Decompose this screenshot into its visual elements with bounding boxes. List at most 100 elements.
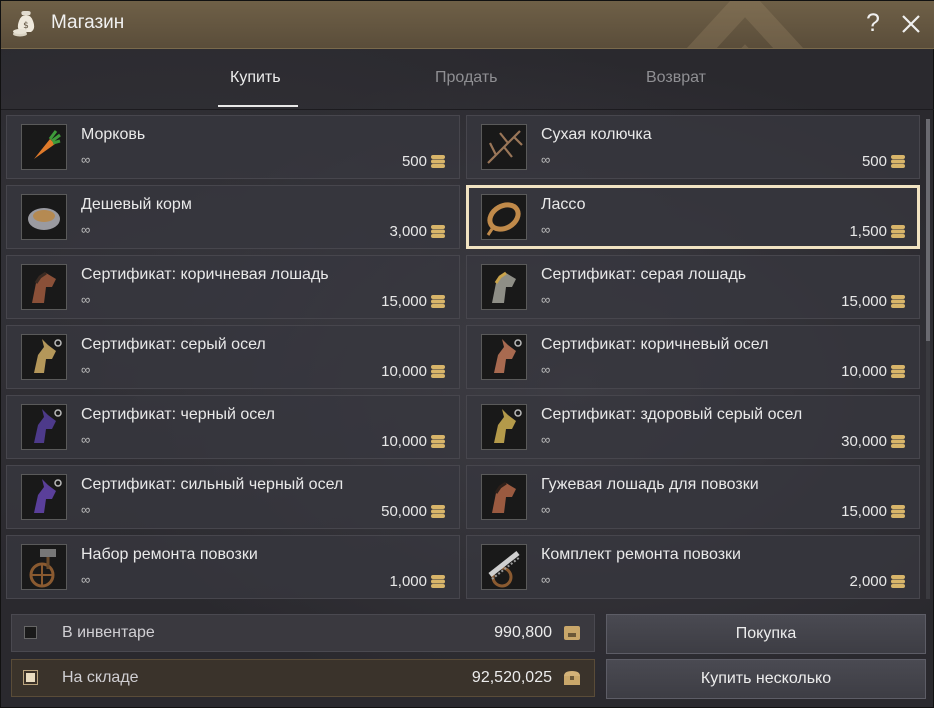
silver-coin-icon (891, 505, 905, 518)
item-stock: ∞ (81, 502, 91, 517)
item-price: 500 (401, 153, 427, 170)
item-stock: ∞ (81, 292, 91, 307)
item-price: 1,000 (389, 573, 427, 590)
shop-item[interactable]: Лассо ∞ 1,500 (466, 185, 920, 249)
tab-buy[interactable]: Купить (230, 69, 281, 87)
shop-item[interactable]: Сертификат: здоровый серый осел ∞ 30,000 (466, 395, 920, 459)
inventory-bag-icon (564, 626, 580, 640)
silver-coin-icon (891, 435, 905, 448)
strong-black-donkey-certificate-icon (21, 474, 67, 520)
silver-coin-icon (891, 365, 905, 378)
item-stock: ∞ (541, 292, 551, 307)
item-stock: ∞ (541, 502, 551, 517)
lasso-icon (481, 194, 527, 240)
item-price: 15,000 (841, 503, 887, 520)
item-price: 10,000 (381, 433, 427, 450)
item-stock: ∞ (81, 362, 91, 377)
item-stock: ∞ (541, 432, 551, 447)
item-price: 15,000 (841, 293, 887, 310)
draft-horse-icon (481, 474, 527, 520)
item-stock: ∞ (81, 152, 91, 167)
shop-item[interactable]: Сухая колючка ∞ 500 (466, 115, 920, 179)
warehouse-amount: 92,520,025 (471, 669, 552, 686)
buy-button[interactable]: Покупка (606, 614, 926, 654)
shop-item[interactable]: Сертификат: серая лошадь ∞ 15,000 (466, 255, 920, 319)
silver-coin-icon (431, 295, 445, 308)
shop-item[interactable]: Комплект ремонта повозки ∞ 2,000 (466, 535, 920, 599)
shop-item[interactable]: Сертификат: коричневый осел ∞ 10,000 (466, 325, 920, 389)
shop-item[interactable]: Сертификат: сильный черный осел ∞ 50,000 (6, 465, 460, 529)
money-bag-icon: $ (13, 11, 35, 37)
silver-coin-icon (891, 575, 905, 588)
help-button[interactable]: ? (859, 8, 887, 38)
item-price: 15,000 (381, 293, 427, 310)
feed-bowl-icon (21, 194, 67, 240)
item-name: Сертификат: коричневая лошадь (81, 266, 329, 283)
item-name: Лассо (541, 196, 586, 213)
item-price: 10,000 (381, 363, 427, 380)
silver-coin-icon (431, 435, 445, 448)
silver-coin-icon (891, 295, 905, 308)
item-price: 500 (861, 153, 887, 170)
item-price: 3,000 (389, 223, 427, 240)
active-tab-indicator (218, 105, 298, 107)
title-bar[interactable]: $ Магазин ? (1, 1, 934, 49)
item-name: Сертификат: коричневый осел (541, 336, 769, 353)
shop-item[interactable]: Сертификат: черный осел ∞ 10,000 (6, 395, 460, 459)
warehouse-chest-icon (564, 671, 580, 685)
silver-coin-icon (431, 505, 445, 518)
silver-coin-icon (431, 575, 445, 588)
shop-item[interactable]: Дешевый корм ∞ 3,000 (6, 185, 460, 249)
item-name: Гужевая лошадь для повозки (541, 476, 759, 493)
tab-return[interactable]: Возврат (646, 69, 706, 87)
inventory-label: В инвентаре (62, 624, 155, 641)
item-name: Дешевый корм (81, 196, 192, 213)
tab-bar: Купить Продать Возврат (1, 49, 934, 110)
shop-item[interactable]: Морковь ∞ 500 (6, 115, 460, 179)
item-name: Сертификат: здоровый серый осел (541, 406, 803, 423)
inventory-amount: 990,800 (494, 624, 552, 641)
inventory-row[interactable]: В инвентаре 990,800 (11, 614, 595, 652)
shop-item[interactable]: Сертификат: серый осел ∞ 10,000 (6, 325, 460, 389)
shop-item[interactable]: Гужевая лошадь для повозки ∞ 15,000 (466, 465, 920, 529)
item-grid: Морковь ∞ 500 Сухая колючка ∞ 500 Дешевый корм… (6, 115, 922, 600)
shop-item[interactable]: Сертификат: коричневая лошадь ∞ 15,000 (6, 255, 460, 319)
item-stock: ∞ (81, 432, 91, 447)
item-price: 10,000 (841, 363, 887, 380)
gray-donkey-certificate-icon (21, 334, 67, 380)
carrot-icon (21, 124, 67, 170)
item-name: Сертификат: черный осел (81, 406, 275, 423)
warehouse-label: На складе (62, 669, 139, 686)
shop-window: $ Магазин ? Купить Продать Возврат Морко… (0, 0, 934, 708)
brown-horse-certificate-icon (21, 264, 67, 310)
item-stock: ∞ (541, 152, 551, 167)
window-title: Магазин (51, 12, 125, 33)
item-stock: ∞ (81, 572, 91, 587)
silver-coin-icon (431, 225, 445, 238)
inventory-checkbox[interactable] (24, 626, 37, 639)
item-name: Сертификат: серый осел (81, 336, 266, 353)
item-name: Сертификат: серая лошадь (541, 266, 747, 283)
healthy-gray-donkey-certificate-icon (481, 404, 527, 450)
dry-thorn-icon (481, 124, 527, 170)
shop-item[interactable]: Набор ремонта повозки ∞ 1,000 (6, 535, 460, 599)
item-stock: ∞ (541, 222, 551, 237)
black-donkey-certificate-icon (21, 404, 67, 450)
silver-coin-icon (431, 365, 445, 378)
item-name: Комплект ремонта повозки (541, 546, 741, 563)
buy-multiple-button[interactable]: Купить несколько (606, 659, 926, 699)
item-price: 50,000 (381, 503, 427, 520)
close-icon[interactable] (897, 10, 925, 38)
warehouse-row[interactable]: На складе 92,520,025 (11, 659, 595, 697)
item-name: Набор ремонта повозки (81, 546, 258, 563)
tab-sell[interactable]: Продать (435, 69, 498, 87)
wagon-repair-set-icon (481, 544, 527, 590)
item-stock: ∞ (81, 222, 91, 237)
item-name: Сухая колючка (541, 126, 652, 143)
warehouse-checkbox[interactable] (24, 671, 37, 684)
item-name: Морковь (81, 126, 146, 143)
wagon-repair-kit-icon (21, 544, 67, 590)
scrollbar-thumb[interactable] (926, 119, 930, 341)
item-price: 2,000 (849, 573, 887, 590)
item-price: 1,500 (849, 223, 887, 240)
